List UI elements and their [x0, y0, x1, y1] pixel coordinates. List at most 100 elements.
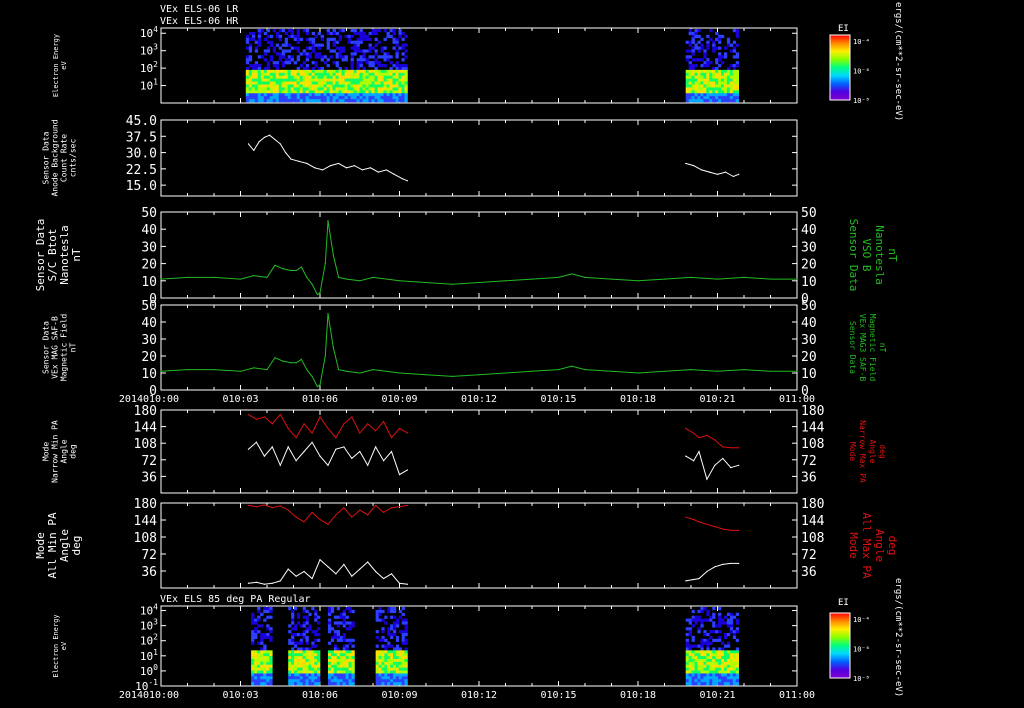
spectrogram-cell: [383, 96, 387, 100]
spectrogram-cell: [703, 650, 707, 654]
spectrogram-cell: [735, 99, 739, 103]
spectrogram-cell: [706, 78, 710, 82]
spectrogram-cell: [299, 670, 303, 674]
spectrogram-cell: [348, 673, 352, 677]
spectrogram-cell: [302, 93, 306, 97]
spectrogram-cell: [344, 99, 348, 103]
spectrogram-cell: [291, 667, 295, 671]
spectrogram-cell: [299, 673, 303, 677]
colorbar-tick-label: 10⁻⁶: [853, 68, 870, 76]
spectrogram-cell: [257, 618, 261, 622]
spectrogram-cell: [729, 656, 734, 660]
spectrogram-cell: [404, 638, 408, 642]
spectrogram-cell: [320, 78, 324, 82]
spectrogram-cell: [341, 96, 345, 100]
y-axis-label: Sensor Data: [42, 131, 51, 184]
spectrogram-cell: [245, 72, 250, 77]
spectrogram-cell: [401, 31, 405, 36]
data-point: [263, 455, 265, 457]
spectrogram-cell: [712, 656, 716, 660]
spectrogram-cell: [404, 624, 408, 628]
spectrogram-cell: [398, 679, 402, 683]
spectrogram-cell: [362, 58, 366, 62]
data-point: [584, 369, 586, 371]
spectrogram-cell: [305, 615, 309, 619]
right-y-tick-label: 10: [801, 275, 817, 290]
spectrogram-cell: [350, 58, 354, 62]
spectrogram-cell: [287, 43, 292, 47]
spectrogram-cell: [706, 99, 710, 103]
spectrogram-cell: [351, 682, 355, 686]
data-point: [398, 280, 401, 282]
spectrogram-cell: [317, 676, 321, 680]
spectrogram-cell: [245, 78, 250, 82]
spectrogram-cell: [342, 650, 346, 654]
spectrogram-cell: [721, 659, 725, 663]
spectrogram-cell: [320, 99, 324, 103]
data-point: [398, 372, 401, 374]
spectrogram-cell: [368, 55, 372, 59]
spectrogram-cell: [320, 37, 324, 41]
spectrogram-cell: [706, 34, 710, 39]
spectrogram-cell: [329, 81, 333, 85]
spectrogram-cell: [251, 34, 256, 39]
spectrogram-cell: [254, 99, 259, 103]
spectrogram-cell: [288, 679, 292, 683]
spectrogram-cell: [386, 81, 390, 85]
spectrogram-cell: [378, 670, 382, 674]
spectrogram-cell: [395, 49, 399, 53]
spectrogram-cell: [314, 644, 318, 648]
right-y-tick-label: 10: [801, 367, 817, 382]
spectrogram-cell: [691, 90, 695, 94]
spectrogram-cell: [706, 58, 710, 62]
data-point: [557, 276, 560, 278]
spectrogram-cell: [726, 66, 731, 71]
spectrogram-cell: [272, 72, 277, 77]
spectrogram-cell: [729, 75, 734, 79]
spectrogram-cell: [404, 641, 408, 645]
spectrogram-cell: [347, 96, 351, 100]
data-point: [706, 570, 708, 573]
spectrogram-cell: [712, 87, 716, 91]
spectrogram-cell: [384, 644, 388, 648]
spectrogram-cell: [718, 81, 722, 85]
spectrogram-cell: [380, 90, 384, 94]
spectrogram-cell: [700, 81, 704, 85]
y-tick-label: 72: [141, 454, 157, 469]
spectrogram-cell: [378, 607, 382, 611]
spectrogram-cell: [293, 676, 298, 680]
spectrogram-cell: [284, 84, 289, 88]
spectrogram-cell: [281, 55, 286, 59]
y-tick-label: 15.0: [126, 179, 157, 194]
data-point: [406, 180, 409, 182]
spectrogram-cell: [392, 624, 397, 628]
spectrogram-cell: [732, 40, 737, 44]
spectrogram-cell: [718, 72, 722, 77]
spectrogram-cell: [320, 84, 324, 88]
spectrogram-cell: [263, 37, 268, 41]
spectrogram-cell: [284, 93, 289, 97]
spectrogram-cell: [706, 676, 710, 680]
spectrogram-cell: [299, 638, 303, 642]
spectrogram-cell: [326, 40, 330, 44]
spectrogram-cell: [330, 673, 335, 677]
spectrogram-cell: [266, 46, 271, 50]
spectrogram-cell: [336, 664, 341, 668]
spectrogram-cell: [712, 670, 716, 674]
spectrogram-cell: [380, 55, 384, 59]
spectrogram-cell: [251, 69, 256, 74]
spectrogram-cell: [688, 64, 692, 68]
spectrogram-cell: [375, 650, 379, 654]
data-point: [263, 504, 265, 506]
spectrogram-cell: [245, 99, 250, 103]
spectrogram-cell: [383, 84, 387, 88]
spectrogram-cell: [308, 93, 312, 97]
spectrogram-cell: [378, 682, 382, 686]
spectrogram-cell: [339, 679, 343, 683]
data-point: [796, 278, 798, 280]
spectrogram-cell: [323, 72, 327, 77]
spectrogram-cell: [257, 78, 262, 82]
spectrogram-cell: [697, 661, 701, 666]
spectrogram-cell: [291, 627, 295, 631]
data-point: [359, 450, 361, 453]
